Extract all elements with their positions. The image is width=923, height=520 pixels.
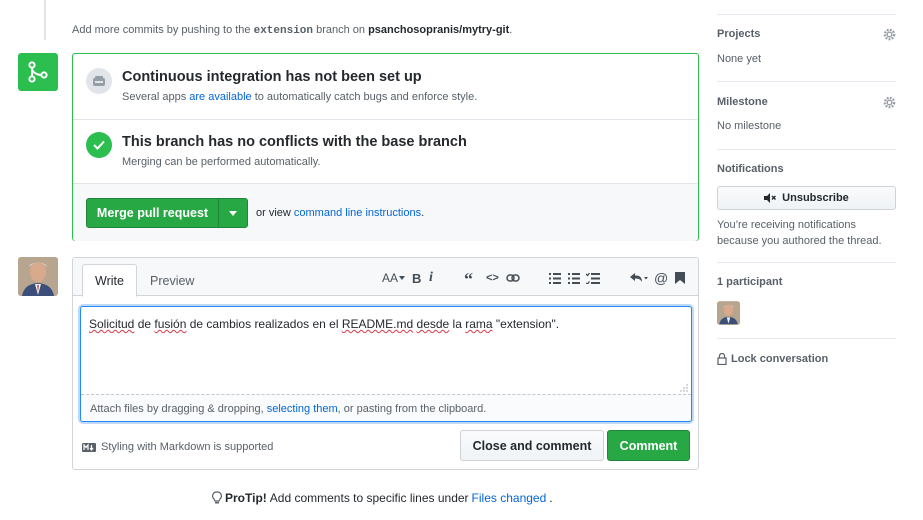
- notifications-title: Notifications: [717, 163, 784, 175]
- markdown-icon: [82, 442, 96, 452]
- protip: ProTip! Add comments to specific lines u…: [212, 491, 553, 505]
- lock-icon: [717, 353, 727, 365]
- conflict-title: This branch has no conflicts with the ba…: [122, 134, 467, 150]
- sidebar-divider: [717, 81, 896, 82]
- or-view-text: or view command line instructions.: [256, 207, 424, 219]
- code-tool-icon[interactable]: <>: [486, 270, 499, 286]
- sidebar-divider: [717, 14, 896, 15]
- apps-available-link[interactable]: are available: [189, 91, 251, 103]
- ci-icon: [86, 68, 112, 94]
- sidebar-divider: [717, 149, 896, 150]
- lock-conversation-link[interactable]: Lock conversation: [717, 353, 828, 365]
- select-files-link[interactable]: selecting them: [267, 403, 338, 415]
- text-word: la: [449, 317, 466, 331]
- repo-name: psanchosopranis/mytry-git: [368, 24, 510, 36]
- participant-avatar[interactable]: [717, 301, 740, 325]
- branch-name: extension: [253, 25, 314, 37]
- merge-button-label[interactable]: Merge pull request: [87, 199, 219, 227]
- file-drop-zone[interactable]: Attach files by dragging & dropping, sel…: [81, 394, 691, 421]
- reply-tool-icon[interactable]: [630, 270, 648, 286]
- ci-sub-suffix: to automatically catch bugs and enforce …: [251, 91, 478, 103]
- protip-text: Add comments to specific lines under: [269, 491, 469, 505]
- merge-action-row: Merge pull request or view command line …: [73, 184, 698, 241]
- comment-button[interactable]: Comment: [607, 430, 690, 461]
- mute-icon: [764, 193, 777, 203]
- command-line-instructions-link[interactable]: command line instructions: [294, 207, 421, 219]
- files-changed-link[interactable]: Files changed: [472, 491, 547, 505]
- text-word: README.md: [341, 317, 414, 331]
- lock-conversation-label[interactable]: Lock conversation: [731, 353, 828, 365]
- heading-tool-icon[interactable]: AA: [382, 270, 406, 286]
- text-word: Solicitud: [89, 317, 135, 331]
- text-word: de cambios realizados en el: [186, 317, 342, 331]
- attach-prefix: Attach files by dragging & dropping,: [90, 403, 267, 415]
- or-view-prefix: or view: [256, 207, 294, 219]
- participants-title: 1 participant: [717, 276, 783, 288]
- light-bulb-icon: [212, 491, 222, 504]
- bold-tool-icon[interactable]: B: [412, 270, 421, 286]
- milestone-gear-icon[interactable]: [883, 96, 896, 109]
- heading-tool-label: AA: [382, 271, 399, 285]
- check-icon: [86, 132, 112, 158]
- ci-title: Continuous integration has not been set …: [122, 69, 422, 85]
- merge-status-icon: [18, 53, 58, 91]
- markdown-note-text[interactable]: Styling with Markdown is supported: [101, 441, 273, 453]
- text-word: "extension".: [492, 317, 560, 331]
- projects-title[interactable]: Projects: [717, 28, 760, 40]
- comment-text[interactable]: Solicitud de fusión de cambios realizado…: [89, 317, 559, 331]
- conflict-subtitle: Merging can be performed automatically.: [122, 156, 321, 168]
- milestone-title[interactable]: Milestone: [717, 96, 768, 108]
- unsubscribe-label[interactable]: Unsubscribe: [782, 192, 849, 204]
- text-word: desde: [416, 317, 450, 331]
- merge-options-caret-icon[interactable]: [219, 199, 247, 227]
- merge-box: Continuous integration has not been set …: [72, 53, 699, 241]
- sidebar-divider: [717, 338, 896, 339]
- merge-pull-request-button[interactable]: Merge pull request: [86, 198, 248, 228]
- text-word: rama: [465, 317, 493, 331]
- ci-sub-prefix: Several apps: [122, 91, 190, 103]
- task-list-icon[interactable]: [586, 270, 600, 286]
- push-commits-note: Add more commits by pushing to the exten…: [72, 24, 512, 37]
- italic-tool-icon[interactable]: i: [429, 270, 433, 286]
- resize-grip-icon[interactable]: [680, 384, 688, 392]
- bookmark-tool-icon[interactable]: [675, 270, 685, 286]
- tab-write[interactable]: Write: [82, 264, 137, 297]
- link-tool-icon[interactable]: [506, 270, 520, 286]
- mention-tool-icon[interactable]: @: [654, 270, 668, 286]
- text-word: fusión: [154, 317, 187, 331]
- note-prefix: Add more commits by pushing to the: [72, 24, 254, 36]
- text-word: de: [134, 317, 155, 331]
- projects-gear-icon[interactable]: [883, 28, 896, 41]
- milestone-value: No milestone: [717, 120, 782, 132]
- ci-status-row: Continuous integration has not been set …: [73, 54, 698, 120]
- close-and-comment-button[interactable]: Close and comment: [460, 430, 604, 461]
- comment-form: Write Preview AA B i “ <> @ Solicitud de…: [72, 257, 699, 470]
- attach-suffix: , or pasting from the clipboard.: [337, 403, 487, 415]
- conflict-status-row: This branch has no conflicts with the ba…: [73, 120, 698, 184]
- quote-tool-icon[interactable]: “: [464, 269, 473, 289]
- numbered-list-icon[interactable]: [568, 270, 580, 286]
- projects-value: None yet: [717, 53, 762, 65]
- or-view-suffix: .: [421, 207, 425, 219]
- ci-subtitle: Several apps are available to automatica…: [122, 91, 477, 103]
- markdown-note[interactable]: Styling with Markdown is supported: [82, 441, 273, 453]
- sidebar-divider: [717, 262, 896, 263]
- bulleted-list-icon[interactable]: [549, 270, 561, 286]
- avatar[interactable]: [18, 257, 58, 296]
- git-merge-icon: [28, 61, 48, 83]
- tab-preview[interactable]: Preview: [138, 264, 206, 297]
- comment-textarea[interactable]: Solicitud de fusión de cambios realizado…: [80, 306, 692, 422]
- note-suffix: .: [509, 24, 513, 36]
- unsubscribe-button[interactable]: Unsubscribe: [717, 186, 896, 210]
- timeline-line: [44, 0, 46, 40]
- protip-label: ProTip!: [225, 491, 267, 505]
- note-middle: branch on: [313, 24, 369, 36]
- protip-suffix: .: [549, 491, 553, 505]
- notifications-reason: You’re receiving notifications because y…: [717, 219, 882, 247]
- comment-tabnav: Write Preview AA B i “ <> @: [73, 258, 698, 297]
